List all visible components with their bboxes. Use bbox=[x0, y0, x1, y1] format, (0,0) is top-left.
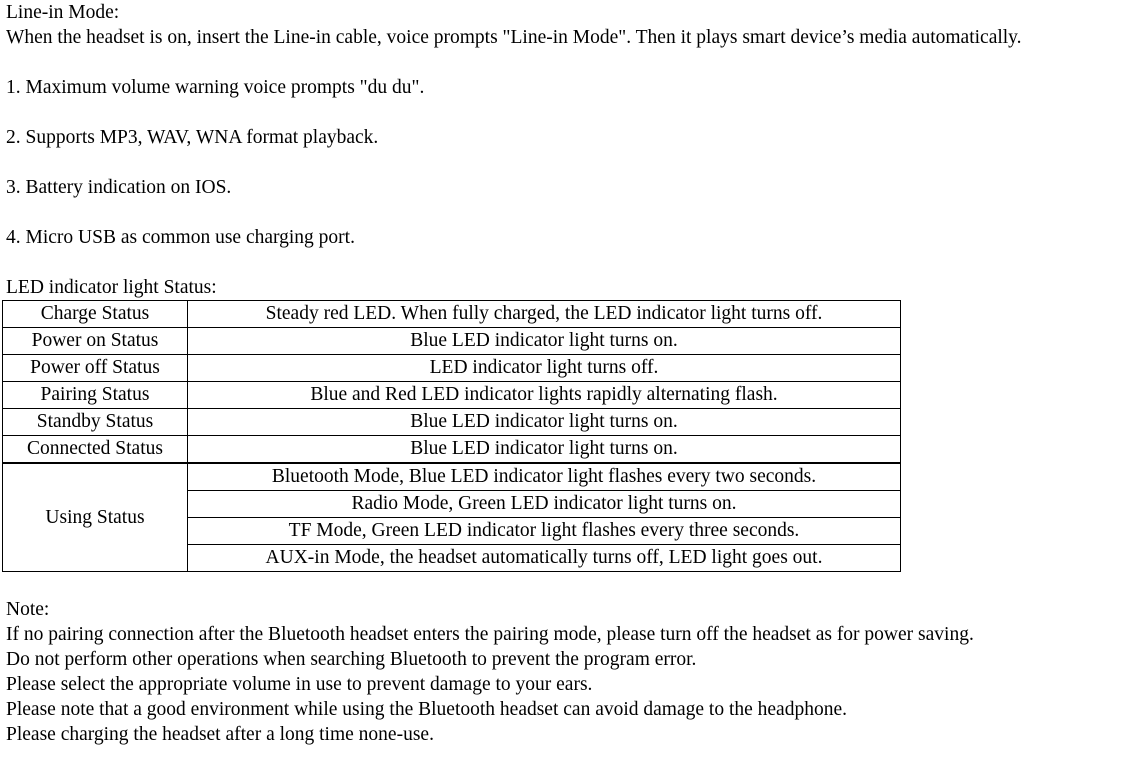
spacer-feature-2 bbox=[0, 150, 1134, 175]
status-value-using-aux: AUX-in Mode, the headset automatically t… bbox=[187, 544, 901, 572]
table-row: Power off Status LED indicator light tur… bbox=[2, 354, 901, 382]
status-value-using-radio: Radio Mode, Green LED indicator light tu… bbox=[187, 490, 901, 518]
status-label-pairing: Pairing Status bbox=[2, 381, 188, 409]
table-row: Power on Status Blue LED indicator light… bbox=[2, 327, 901, 355]
feature-item-1: 1. Maximum volume warning voice prompts … bbox=[6, 77, 425, 98]
line-in-mode-heading: Line-in Mode: bbox=[6, 2, 120, 23]
status-value-power-on: Blue LED indicator light turns on. bbox=[187, 327, 901, 355]
status-label-using: Using Status bbox=[2, 462, 188, 572]
led-table-wrapper: Charge Status Steady red LED. When fully… bbox=[0, 300, 1134, 572]
spacer-feature-3 bbox=[0, 200, 1134, 225]
table-row: Standby Status Blue LED indicator light … bbox=[2, 408, 901, 436]
table-row: Using Status Bluetooth Mode, Blue LED in… bbox=[2, 462, 901, 572]
status-value-using-bluetooth: Bluetooth Mode, Blue LED indicator light… bbox=[187, 462, 901, 491]
status-value-standby: Blue LED indicator light turns on. bbox=[187, 408, 901, 436]
document-page: Line-in Mode: When the headset is on, in… bbox=[0, 0, 1134, 760]
feature-item-3: 3. Battery indication on IOS. bbox=[6, 177, 232, 198]
status-label-power-off: Power off Status bbox=[2, 354, 188, 382]
status-label-charge: Charge Status bbox=[2, 300, 188, 328]
note-line-4: Please note that a good environment whil… bbox=[6, 699, 847, 720]
feature-item-4: 4. Micro USB as common use charging port… bbox=[6, 227, 355, 248]
notes-section: Note: If no pairing connection after the… bbox=[0, 597, 1134, 747]
spacer-feature-1 bbox=[0, 100, 1134, 125]
status-value-pairing: Blue and Red LED indicator lights rapidl… bbox=[187, 381, 901, 409]
spacer-after-table bbox=[0, 572, 1134, 597]
status-value-charge: Steady red LED. When fully charged, the … bbox=[187, 300, 901, 328]
status-label-standby: Standby Status bbox=[2, 408, 188, 436]
note-line-3: Please select the appropriate volume in … bbox=[6, 674, 593, 695]
status-value-power-off: LED indicator light turns off. bbox=[187, 354, 901, 382]
line-in-mode-section: Line-in Mode: When the headset is on, in… bbox=[0, 0, 1134, 50]
feature-item-2: 2. Supports MP3, WAV, WNA format playbac… bbox=[6, 127, 379, 148]
led-status-table: Charge Status Steady red LED. When fully… bbox=[2, 300, 901, 572]
note-line-2: Do not perform other operations when sea… bbox=[6, 649, 697, 670]
note-line-1: If no pairing connection after the Bluet… bbox=[6, 624, 974, 645]
led-table-caption: LED indicator light Status: bbox=[6, 277, 217, 298]
notes-heading: Note: bbox=[6, 599, 50, 620]
spacer-after-intro bbox=[0, 50, 1134, 75]
status-label-power-on: Power on Status bbox=[2, 327, 188, 355]
table-row: Charge Status Steady red LED. When fully… bbox=[2, 300, 901, 328]
line-in-mode-body: When the headset is on, insert the Line-… bbox=[6, 27, 1022, 48]
table-row: Connected Status Blue LED indicator ligh… bbox=[2, 435, 901, 464]
status-value-connected: Blue LED indicator light turns on. bbox=[187, 435, 901, 464]
status-value-using-tf: TF Mode, Green LED indicator light flash… bbox=[187, 517, 901, 545]
feature-list: 1. Maximum volume warning voice prompts … bbox=[0, 75, 1134, 275]
status-label-connected: Connected Status bbox=[2, 435, 188, 464]
table-row: Pairing Status Blue and Red LED indicato… bbox=[2, 381, 901, 409]
spacer-feature-4 bbox=[0, 250, 1134, 275]
note-line-5: Please charging the headset after a long… bbox=[6, 724, 434, 745]
